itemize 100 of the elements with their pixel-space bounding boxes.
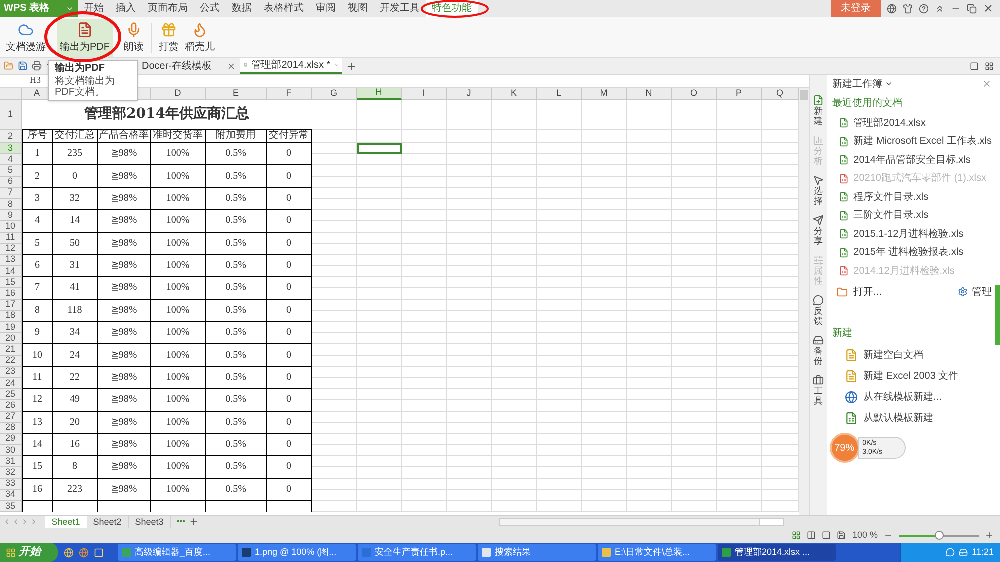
layout-icon[interactable]	[985, 62, 994, 70]
grid-cell[interactable]	[402, 232, 447, 244]
grid-cell[interactable]	[447, 165, 492, 177]
grid-cell[interactable]	[312, 456, 357, 468]
grid-cell[interactable]	[582, 154, 627, 166]
grid-cell[interactable]	[402, 356, 447, 367]
grid-cell[interactable]	[402, 254, 447, 266]
grid-cell[interactable]	[717, 266, 762, 278]
grid-cell[interactable]	[627, 490, 672, 501]
row-header[interactable]: 16	[0, 288, 22, 300]
grid-cell[interactable]	[447, 210, 492, 222]
grid-cell[interactable]	[402, 244, 447, 255]
grid-cell[interactable]	[717, 277, 762, 288]
grid-cell[interactable]	[357, 378, 402, 390]
grid-cell[interactable]	[312, 378, 357, 390]
grid-cell[interactable]	[402, 422, 447, 434]
grid-cell[interactable]	[402, 478, 447, 490]
ribbon-button[interactable]: 打赏	[156, 19, 182, 57]
grid-cell[interactable]	[537, 400, 582, 412]
recent-file-item[interactable]: 新建 Microsoft Excel 工作表.xls	[832, 132, 992, 151]
close-icon[interactable]	[227, 62, 236, 70]
grid-cell[interactable]	[627, 221, 672, 232]
row-header[interactable]: 3	[0, 143, 22, 154]
grid-cell[interactable]	[357, 232, 402, 244]
skin-icon[interactable]	[887, 4, 897, 14]
grid-cell[interactable]	[672, 378, 717, 390]
grid-cell[interactable]	[627, 322, 672, 334]
grid-cell[interactable]	[492, 130, 537, 143]
grid-cell[interactable]	[627, 165, 672, 177]
menu-tab[interactable]: 审阅	[310, 0, 342, 17]
grid-cell[interactable]	[717, 100, 762, 130]
grid-cell[interactable]	[717, 300, 762, 311]
grid-cell[interactable]	[357, 244, 402, 255]
grid-cell[interactable]	[717, 356, 762, 367]
grid-cell[interactable]	[627, 434, 672, 446]
grid-cell[interactable]	[402, 188, 447, 199]
grid-cell[interactable]	[357, 154, 402, 166]
grid-cell[interactable]	[537, 412, 582, 423]
grid-cell[interactable]	[717, 445, 762, 456]
grid-cell[interactable]	[312, 310, 357, 322]
grid-cell[interactable]	[492, 143, 537, 154]
manage-button[interactable]: 管理	[958, 284, 992, 300]
grid-cell[interactable]	[492, 176, 537, 188]
grid-cell[interactable]	[672, 322, 717, 334]
add-tab-icon[interactable]	[346, 60, 357, 72]
row-header[interactable]: 35	[0, 501, 22, 512]
grid-cell[interactable]	[537, 176, 582, 188]
grid-cell[interactable]	[627, 366, 672, 378]
column-header[interactable]: G	[312, 88, 357, 100]
grid-cell[interactable]	[672, 300, 717, 311]
grid-cell[interactable]	[447, 300, 492, 311]
grid-cell[interactable]	[537, 143, 582, 154]
grid-cell[interactable]	[357, 322, 402, 334]
grid-cell[interactable]	[537, 100, 582, 130]
column-header[interactable]: P	[717, 88, 762, 100]
grid-cell[interactable]	[672, 333, 717, 344]
grid-cell[interactable]	[627, 100, 672, 130]
grid-cell[interactable]	[402, 501, 447, 512]
grid-cell[interactable]	[312, 198, 357, 210]
grid-cell[interactable]	[537, 478, 582, 490]
grid-cell[interactable]	[672, 266, 717, 278]
grid-cell[interactable]	[717, 188, 762, 199]
grid-cell[interactable]	[672, 198, 717, 210]
recent-file-item[interactable]: 程序文件目录.xls	[832, 188, 992, 206]
grid-cell[interactable]	[717, 322, 762, 334]
grid-cell[interactable]	[717, 412, 762, 423]
grid-cell[interactable]	[627, 478, 672, 490]
grid-cell[interactable]	[672, 400, 717, 412]
grid-cell[interactable]	[402, 344, 447, 356]
grid-cell[interactable]	[582, 378, 627, 390]
grid-cell[interactable]	[627, 188, 672, 199]
column-header[interactable]: H	[357, 88, 402, 100]
column-header[interactable]: M	[582, 88, 627, 100]
grid-cell[interactable]	[672, 143, 717, 154]
grid-cell[interactable]	[717, 501, 762, 512]
grid-cell[interactable]	[312, 445, 357, 456]
taskbar-button[interactable]: 高级编辑器_百度...	[118, 544, 236, 561]
grid-cell[interactable]	[312, 130, 357, 143]
grid-cell[interactable]	[447, 277, 492, 288]
row-header[interactable]: 9	[0, 210, 22, 222]
grid-cell[interactable]	[537, 210, 582, 222]
grid-cell[interactable]	[582, 244, 627, 255]
grid-cell[interactable]	[717, 210, 762, 222]
grid-cell[interactable]	[447, 456, 492, 468]
grid-cell[interactable]	[312, 322, 357, 334]
grid-cell[interactable]	[582, 344, 627, 356]
grid-cell[interactable]	[312, 356, 357, 367]
grid-cell[interactable]	[492, 478, 537, 490]
grid-cell[interactable]	[537, 501, 582, 512]
grid-cell[interactable]	[492, 254, 537, 266]
grid-cell[interactable]	[492, 422, 537, 434]
grid-cell[interactable]	[672, 210, 717, 222]
row-header[interactable]: 29	[0, 434, 22, 446]
grid-cell[interactable]	[627, 400, 672, 412]
grid-cell[interactable]	[717, 422, 762, 434]
grid-cell[interactable]	[627, 344, 672, 356]
grid-cell[interactable]	[447, 254, 492, 266]
taskbar-button[interactable]: 1.png @ 100% (图...	[238, 544, 356, 561]
row-header[interactable]: 8	[0, 198, 22, 210]
grid-cell[interactable]	[312, 501, 357, 512]
